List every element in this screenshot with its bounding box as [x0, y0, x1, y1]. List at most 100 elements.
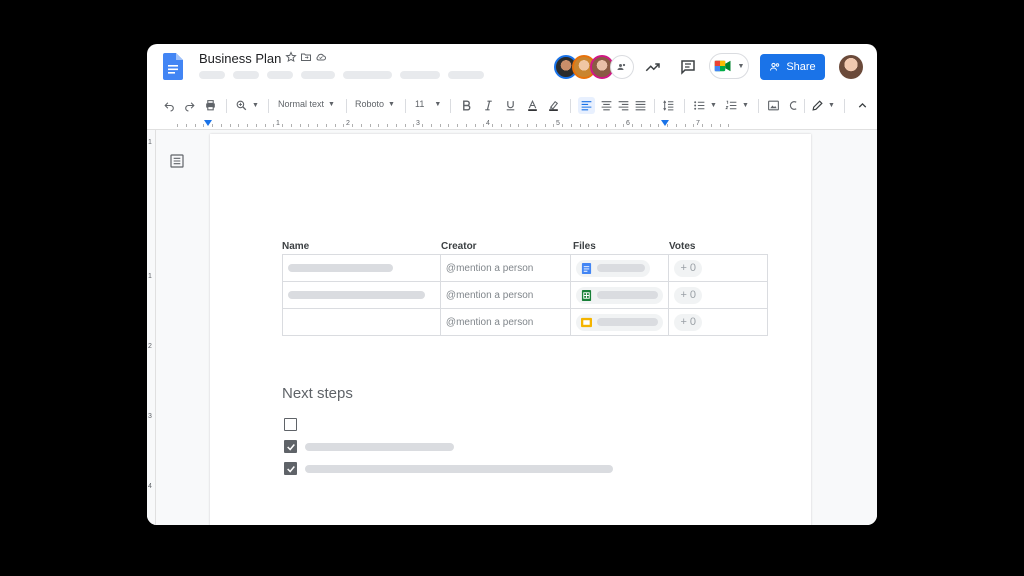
chevron-up-icon — [858, 102, 867, 108]
chevron-down-icon: ▼ — [742, 102, 749, 109]
trending-icon[interactable] — [644, 58, 662, 76]
collapse-menus-button[interactable] — [856, 99, 869, 112]
document-outline-icon[interactable] — [169, 153, 185, 169]
bold-icon — [463, 100, 471, 111]
style-select[interactable]: Normal text ▼ — [278, 99, 335, 109]
underline-button[interactable] — [504, 99, 517, 112]
cloud-saved-icon[interactable] — [315, 51, 327, 63]
ruler-number: 1 — [276, 120, 280, 127]
redo-button[interactable] — [183, 99, 196, 112]
left-indent-marker[interactable] — [204, 120, 212, 126]
ruler-tick — [317, 124, 318, 127]
creator-cell[interactable]: @mention a person — [439, 254, 572, 282]
more-tools-button[interactable] — [787, 99, 800, 112]
ruler-tick — [605, 124, 607, 127]
print-button[interactable] — [204, 99, 217, 112]
votes-cell[interactable]: + 0 — [668, 308, 768, 336]
meet-button[interactable]: ▼ — [709, 53, 749, 79]
undo-button[interactable] — [163, 99, 176, 112]
ruler-tick — [649, 124, 651, 127]
next-steps-heading: Next steps — [282, 385, 353, 402]
ruler-tick — [360, 124, 362, 127]
document-page[interactable]: Name Creator Files Votes @mention a pers… — [210, 134, 811, 525]
menu-item[interactable] — [448, 71, 484, 79]
name-cell[interactable] — [282, 281, 441, 309]
highlighter-icon — [549, 100, 559, 111]
ruler-tick — [474, 124, 476, 127]
star-icon[interactable] — [285, 51, 297, 63]
file-chip[interactable] — [576, 259, 651, 277]
ruler-tick — [290, 124, 292, 127]
vote-chip[interactable]: + 0 — [674, 313, 703, 331]
style-label: Normal text — [278, 99, 325, 109]
ruler-tick — [465, 124, 467, 127]
justify-button[interactable] — [634, 99, 647, 112]
underline-icon — [506, 101, 515, 111]
comment-icon[interactable] — [679, 58, 697, 76]
vertical-ruler[interactable]: 1 1 2 3 4 — [147, 130, 156, 525]
font-select[interactable]: Roboto ▼ — [355, 99, 395, 109]
checkbox-checked[interactable] — [284, 440, 297, 453]
ruler-tick — [255, 124, 257, 127]
checkbox-checked[interactable] — [284, 462, 297, 475]
files-cell[interactable] — [570, 254, 670, 282]
bullet-list-button[interactable]: ▼ — [693, 99, 717, 112]
name-cell[interactable] — [282, 254, 441, 282]
collaborator-avatars[interactable] — [554, 55, 634, 79]
creator-cell[interactable]: @mention a person — [439, 308, 572, 336]
menu-item[interactable] — [400, 71, 440, 79]
line-spacing-button[interactable] — [662, 99, 675, 112]
bold-button[interactable] — [460, 99, 473, 112]
vote-chip[interactable]: + 0 — [674, 259, 703, 277]
menu-item[interactable] — [267, 71, 293, 79]
text-color-button[interactable] — [526, 99, 539, 112]
placeholder-bar — [597, 318, 659, 326]
menu-item[interactable] — [343, 71, 392, 79]
align-right-button[interactable] — [617, 99, 630, 112]
numbered-list-button[interactable]: ▼ — [725, 99, 749, 112]
horizontal-ruler[interactable]: 1 2 3 4 5 6 7 — [147, 120, 877, 130]
document-title[interactable]: Business Plan — [199, 51, 281, 66]
font-size-label: 11 — [415, 99, 425, 109]
menu-item[interactable] — [301, 71, 335, 79]
print-icon — [206, 100, 215, 111]
font-size-select[interactable]: 11 ▼ — [415, 99, 441, 109]
vote-chip[interactable]: + 0 — [674, 286, 703, 304]
user-avatar[interactable] — [839, 55, 863, 79]
checkbox[interactable] — [284, 418, 297, 431]
placeholder-bar — [305, 464, 613, 473]
file-chip[interactable] — [576, 286, 664, 304]
align-center-button[interactable] — [600, 99, 613, 112]
align-left-button[interactable] — [578, 97, 595, 114]
italic-button[interactable] — [482, 99, 495, 112]
placeholder-bar — [305, 442, 454, 451]
menu-item[interactable] — [233, 71, 259, 79]
files-cell[interactable] — [570, 308, 670, 336]
editing-mode-button[interactable]: ▼ — [811, 99, 835, 112]
ruler-tick — [343, 124, 345, 127]
menu-item[interactable] — [199, 71, 225, 79]
ruler-tick — [212, 124, 213, 127]
votes-cell[interactable]: + 0 — [668, 281, 768, 309]
ruler-tick — [614, 124, 616, 127]
votes-cell[interactable]: + 0 — [668, 254, 768, 282]
ruler-tick — [500, 124, 502, 127]
zoom-button[interactable]: ▼ — [235, 99, 259, 112]
chevron-down-icon: ▼ — [828, 102, 835, 109]
check-icon — [286, 443, 295, 451]
ruler-tick — [264, 124, 266, 127]
ruler-tick — [229, 124, 231, 127]
creator-cell[interactable]: @mention a person — [439, 281, 572, 309]
more-collaborators-button[interactable] — [610, 55, 634, 79]
name-cell[interactable] — [282, 308, 441, 336]
docs-logo-icon[interactable] — [163, 53, 183, 80]
highlight-button[interactable] — [547, 99, 560, 112]
ruler-tick — [430, 124, 432, 127]
folder-move-icon[interactable] — [300, 51, 312, 63]
file-chip[interactable] — [576, 313, 664, 331]
share-button[interactable]: Share — [760, 54, 825, 80]
ruler-tick — [308, 124, 310, 127]
files-cell[interactable] — [570, 281, 670, 309]
ruler-number: 1 — [148, 139, 152, 146]
insert-image-button[interactable] — [767, 99, 780, 112]
